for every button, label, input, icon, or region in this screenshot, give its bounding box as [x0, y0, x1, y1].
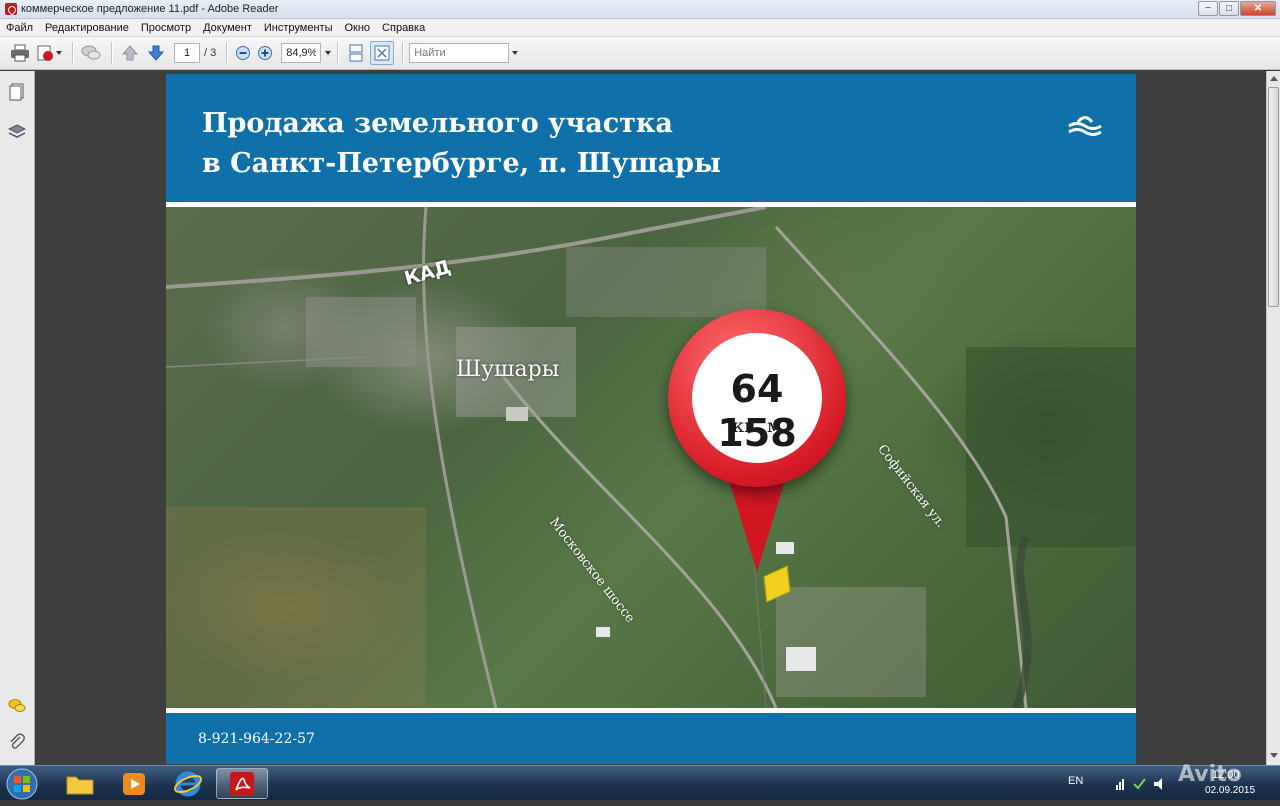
zoom-dropdown-chevron-icon[interactable]: [325, 51, 332, 55]
arrow-up-icon: [121, 45, 139, 61]
scroll-down-arrow-icon[interactable]: [1270, 753, 1278, 758]
menu-help[interactable]: Справка: [376, 19, 431, 37]
layers-icon[interactable]: [8, 123, 26, 141]
title-line-2: в Санкт-Петербурге, п. Шушары: [202, 148, 722, 179]
zoom-out-icon: [236, 46, 251, 60]
toolbar-divider: [111, 42, 112, 64]
contact-phone: 8-921-964-22-57: [198, 731, 315, 747]
page-title: Продажа земельного участка в Санкт-Петер…: [202, 104, 721, 184]
pdf-page: Продажа земельного участка в Санкт-Петер…: [166, 74, 1136, 764]
taskbar-explorer[interactable]: [54, 768, 106, 799]
create-pdf-button[interactable]: [34, 41, 64, 65]
fit-page-button[interactable]: [370, 41, 395, 65]
taskbar: EN 12:00 02.09.2015 Avito: [0, 762, 1280, 801]
toolbar: / 3: [0, 37, 1280, 70]
title-line-1: Продажа земельного участка: [202, 108, 673, 139]
folder-icon: [66, 776, 94, 794]
attachments-paperclip-icon[interactable]: [8, 733, 26, 751]
page-header: Продажа земельного участка в Санкт-Петер…: [166, 74, 1136, 202]
satellite-map: КАД Шушары Софийская ул. Московское шосс…: [166, 207, 1136, 708]
zoom-in-button[interactable]: [255, 41, 275, 65]
zoom-out-button[interactable]: [233, 41, 253, 65]
window-title: коммерческое предложение 11.pdf - Adobe …: [21, 3, 279, 15]
taskbar-media-player[interactable]: [108, 768, 160, 799]
adobe-reader-icon: [230, 771, 254, 796]
menu-edit[interactable]: Редактирование: [39, 19, 135, 37]
toolbar-divider: [72, 42, 73, 64]
scroll-mode-button[interactable]: [344, 41, 368, 65]
speech-bubbles-icon: [81, 45, 101, 60]
title-bar: коммерческое предложение 11.pdf - Adobe …: [0, 0, 1280, 19]
adobe-reader-icon: [5, 3, 17, 15]
internet-explorer-icon: [174, 771, 202, 796]
page-thumbnails-icon[interactable]: [8, 83, 26, 101]
print-button[interactable]: [8, 41, 32, 65]
menu-document[interactable]: Документ: [197, 19, 258, 37]
window-controls: − □ ✕: [1197, 1, 1276, 16]
menu-bar: Файл Редактирование Просмотр Документ Ин…: [0, 19, 1280, 37]
next-page-button[interactable]: [144, 41, 168, 65]
page-number-input[interactable]: [174, 43, 200, 63]
start-button[interactable]: [2, 767, 42, 801]
menu-window[interactable]: Окно: [338, 19, 376, 37]
chevron-down-icon: [56, 51, 62, 55]
scrollbar-thumb[interactable]: [1268, 87, 1279, 307]
map-roads: [166, 207, 1136, 708]
taskbar-internet-explorer[interactable]: [162, 768, 214, 799]
comment-button[interactable]: [79, 41, 103, 65]
navigation-panel: [0, 71, 35, 765]
close-button[interactable]: ✕: [1240, 1, 1276, 16]
find-input[interactable]: [409, 43, 510, 63]
media-player-icon: [123, 772, 145, 795]
toolbar-divider: [402, 42, 404, 64]
area-unit: кв. м: [732, 415, 782, 437]
map-label-shushary: Шушары: [456, 357, 560, 382]
language-indicator[interactable]: EN: [1068, 775, 1083, 787]
page-total: / 3: [204, 47, 217, 59]
menu-file[interactable]: Файл: [0, 19, 39, 37]
zoom-input[interactable]: [281, 43, 322, 63]
area-value: 64 158: [717, 367, 797, 455]
taskbar-adobe-reader[interactable]: [216, 768, 268, 799]
toolbar-divider: [226, 42, 228, 64]
comments-icon[interactable]: [8, 697, 26, 715]
area-pin-center: 64 158 кв. м: [692, 333, 822, 463]
scrolling-pages-icon: [349, 44, 363, 62]
vertical-scrollbar[interactable]: [1266, 71, 1280, 765]
document-viewport[interactable]: Продажа земельного участка в Санкт-Петер…: [36, 71, 1266, 765]
create-pdf-icon: [37, 45, 53, 61]
scroll-up-arrow-icon[interactable]: [1270, 76, 1278, 81]
company-logo-icon: [1068, 116, 1102, 136]
maximize-button[interactable]: □: [1219, 1, 1239, 16]
zoom-in-icon: [258, 46, 273, 60]
windows-logo-icon: [6, 768, 38, 800]
avito-watermark: Avito: [1178, 762, 1242, 787]
menu-view[interactable]: Просмотр: [135, 19, 197, 37]
previous-page-button[interactable]: [118, 41, 142, 65]
arrow-down-icon: [147, 45, 165, 61]
menu-tools[interactable]: Инструменты: [258, 19, 339, 37]
fit-page-icon: [374, 45, 390, 61]
minimize-button[interactable]: −: [1198, 1, 1218, 16]
find-dropdown-chevron-icon[interactable]: [512, 51, 519, 55]
area-pin: 64 158 кв. м: [668, 309, 846, 487]
printer-icon: [11, 44, 29, 62]
toolbar-divider: [337, 42, 339, 64]
page-footer: 8-921-964-22-57: [166, 713, 1136, 764]
tray-icons: [1116, 778, 1162, 790]
